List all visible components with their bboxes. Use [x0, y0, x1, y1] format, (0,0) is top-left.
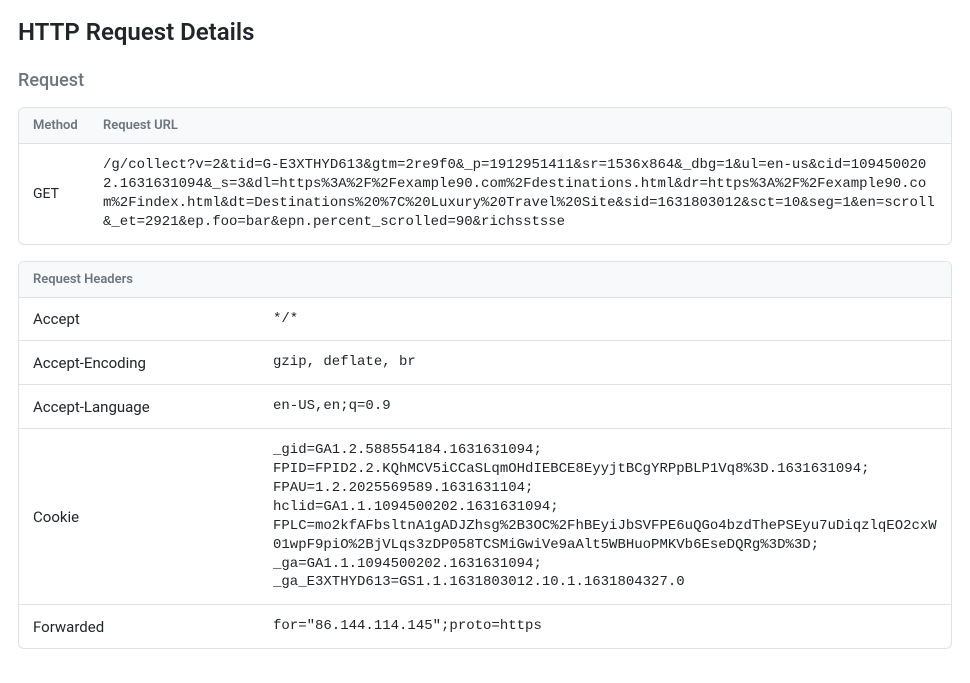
request-col-url: Request URL [103, 118, 178, 133]
table-row: Accept */* [19, 298, 951, 342]
table-row: Accept-Encoding gzip, deflate, br [19, 341, 951, 385]
headers-panel: Request Headers Accept */* Accept-Encodi… [18, 261, 952, 650]
header-name: Accept-Encoding [33, 354, 273, 372]
header-name: Accept-Language [33, 398, 273, 416]
table-row: Cookie _gid=GA1.2.588554184.1631631094; … [19, 429, 951, 605]
request-panel: Method Request URL GET /g/collect?v=2&ti… [18, 107, 952, 245]
header-name: Accept [33, 310, 273, 328]
header-value: */* [273, 310, 937, 329]
header-name: Forwarded [33, 618, 273, 636]
header-value: _gid=GA1.2.588554184.1631631094; FPID=FP… [273, 441, 937, 592]
request-panel-header: Method Request URL [19, 108, 951, 144]
section-request-title: Request [18, 70, 952, 91]
request-method: GET [33, 186, 87, 202]
table-row: Accept-Language en-US,en;q=0.9 [19, 385, 951, 429]
header-name: Cookie [33, 508, 273, 526]
page-title: HTTP Request Details [18, 18, 952, 46]
header-value: gzip, deflate, br [273, 353, 937, 372]
header-value: for="86.144.114.145";proto=https [273, 617, 937, 636]
request-row: GET /g/collect?v=2&tid=G-E3XTHYD613&gtm=… [19, 144, 951, 244]
headers-panel-title: Request Headers [33, 272, 133, 287]
request-col-method: Method [33, 118, 87, 133]
request-url: /g/collect?v=2&tid=G-E3XTHYD613&gtm=2re9… [103, 156, 937, 232]
headers-panel-header: Request Headers [19, 262, 951, 298]
table-row: Forwarded for="86.144.114.145";proto=htt… [19, 605, 951, 648]
header-value: en-US,en;q=0.9 [273, 397, 937, 416]
